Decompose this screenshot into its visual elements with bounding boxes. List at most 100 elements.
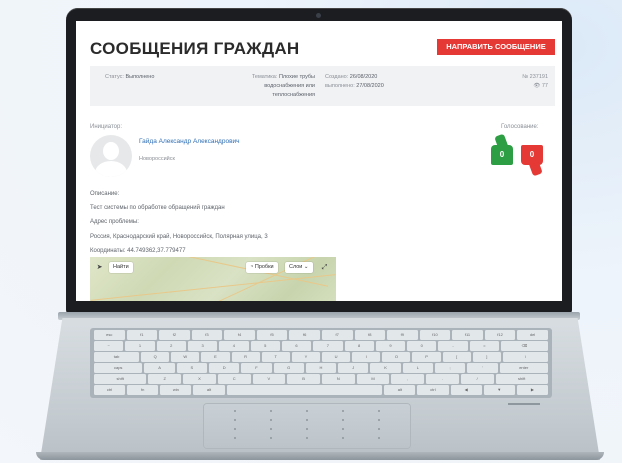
keyboard-key[interactable]: I [352,352,381,362]
keyboard-key[interactable]: A [144,363,175,373]
keyboard-key[interactable]: 5 [250,341,280,351]
keyboard-key[interactable]: G [273,363,304,373]
keyboard-key[interactable]: , [391,374,425,384]
send-message-button[interactable]: НАПРАВИТЬ СООБЩЕНИЕ [437,39,555,55]
keyboard-key[interactable]: P [412,352,441,362]
keyboard-key[interactable]: 6 [281,341,312,351]
keyboard-key[interactable]: 7 [313,341,343,351]
map-traffic-label: Пробки [254,264,274,270]
map-traffic-button[interactable]: ◔ Пробки [246,262,278,273]
keyboard-key[interactable]: B [287,374,320,384]
keyboard-key[interactable]: X [183,374,216,384]
geolocation-icon[interactable]: ➤ [94,262,105,273]
vote-up-button[interactable]: 0 [491,145,513,165]
numberpad-dot [270,437,272,439]
author-name-link[interactable]: Гайда Александр Александрович [139,138,240,145]
keyboard-key[interactable]: K [370,363,401,373]
keyboard-key[interactable]: F [241,363,272,373]
touchpad[interactable] [204,404,410,448]
keyboard-key[interactable]: fn [127,385,159,395]
map-layers-button[interactable]: Слои ⌄ [285,262,313,273]
keyboard-row-bottom: ctrl fn win alt alt ctrl ◀ ▼ ▶ [94,385,548,395]
keyboard-key[interactable]: ; [434,363,466,373]
keyboard-key[interactable]: - [438,341,468,351]
keyboard-key[interactable]: ctrl [417,385,449,395]
keyboard-key[interactable]: ▼ [483,385,515,395]
keyboard-key[interactable]: f6 [289,330,320,340]
keyboard-key[interactable]: del [517,330,548,340]
keyboard-key[interactable]: shift [94,374,147,384]
keyboard-key[interactable]: 3 [187,341,218,351]
keyboard-key[interactable]: 4 [219,341,249,351]
keyboard-key[interactable]: f8 [354,330,386,340]
keyboard-key[interactable]: 9 [375,341,406,351]
keyboard-key[interactable]: win [160,385,192,395]
keyboard-key[interactable]: \ [502,352,548,362]
keyboard-key[interactable]: W [171,352,200,362]
keyboard-key[interactable]: D [209,363,240,373]
avatar [90,135,132,177]
keyboard-key[interactable]: f3 [191,330,223,340]
keyboard-key[interactable]: ctrl [94,385,126,395]
created-label: Создано: [325,74,349,80]
keyboard-key[interactable]: C [217,374,251,384]
keyboard-key[interactable]: ] [472,352,501,362]
keyboard-key[interactable]: = [469,341,500,351]
keyboard-key[interactable]: / [460,374,494,384]
keyboard-key[interactable]: tab [94,352,140,362]
keyboard-key[interactable]: 1 [125,341,155,351]
keyboard-key[interactable]: ⌫ [501,341,548,351]
keyboard-key[interactable]: T [261,352,290,362]
keyboard-key[interactable]: alt [384,385,416,395]
keyboard-key[interactable]: 2 [156,341,186,351]
keyboard-key[interactable]: L [402,363,433,373]
spacebar-key[interactable] [226,385,383,395]
keyboard-key[interactable]: enter [499,363,548,373]
keyboard-key[interactable]: J [338,363,369,373]
chevron-down-icon: ⌄ [303,264,309,270]
keyboard-key[interactable]: . [426,374,459,384]
keyboard-key[interactable]: O [382,352,411,362]
keyboard-key[interactable]: R [231,352,260,362]
keyboard-key[interactable]: f9 [387,330,418,340]
keyboard-key[interactable]: ◀ [450,385,482,395]
numberpad-dot [270,410,272,412]
keyboard-key[interactable]: caps [94,363,143,373]
keyboard-key[interactable]: f2 [159,330,190,340]
map-find-button[interactable]: Найти [109,262,133,273]
numberpad-dot [234,437,236,439]
keyboard-key[interactable]: E [201,352,230,362]
keyboard-key[interactable]: alt [193,385,225,395]
numberpad-dot [306,410,308,412]
vote-down-button[interactable]: 0 [521,145,543,165]
keyboard-key[interactable]: f10 [419,330,451,340]
keyboard-key[interactable]: shift [495,374,548,384]
keyboard-key[interactable]: S [176,363,207,373]
keyboard-key[interactable]: H [305,363,337,373]
keyboard-key[interactable]: 8 [344,341,374,351]
keyboard-key[interactable]: M [356,374,390,384]
keyboard-key[interactable]: ▶ [516,385,548,395]
numberpad-dot [306,437,308,439]
keyboard-key[interactable]: Y [291,352,320,362]
keyboard-key[interactable]: N [321,374,355,384]
keyboard-key[interactable]: esc [94,330,125,340]
keyboard-key[interactable]: f4 [224,330,255,340]
dates-field: Создано: 26/08/2020 выполнено: 27/08/202… [325,73,384,91]
keyboard-key[interactable]: f7 [321,330,353,340]
keyboard-key[interactable]: ~ [94,341,124,351]
keyboard-key[interactable]: f11 [452,330,483,340]
keyboard-key[interactable]: ' [467,363,498,373]
keyboard-key[interactable]: U [321,352,351,362]
laptop-screen: СООБЩЕНИЯ ГРАЖДАН НАПРАВИТЬ СООБЩЕНИЕ Ст… [76,21,562,301]
fullscreen-icon[interactable]: ⤢ [319,262,330,273]
keyboard-key[interactable]: Z [148,374,182,384]
keyboard-key[interactable]: [ [442,352,471,362]
keyboard-key[interactable]: f1 [126,330,158,340]
keyboard-key[interactable]: V [252,374,286,384]
keyboard-key[interactable]: Q [141,352,170,362]
keyboard-key[interactable]: 0 [407,341,437,351]
numberpad-dot [342,410,344,412]
keyboard-key[interactable]: f12 [484,330,516,340]
keyboard-key[interactable]: f5 [256,330,288,340]
